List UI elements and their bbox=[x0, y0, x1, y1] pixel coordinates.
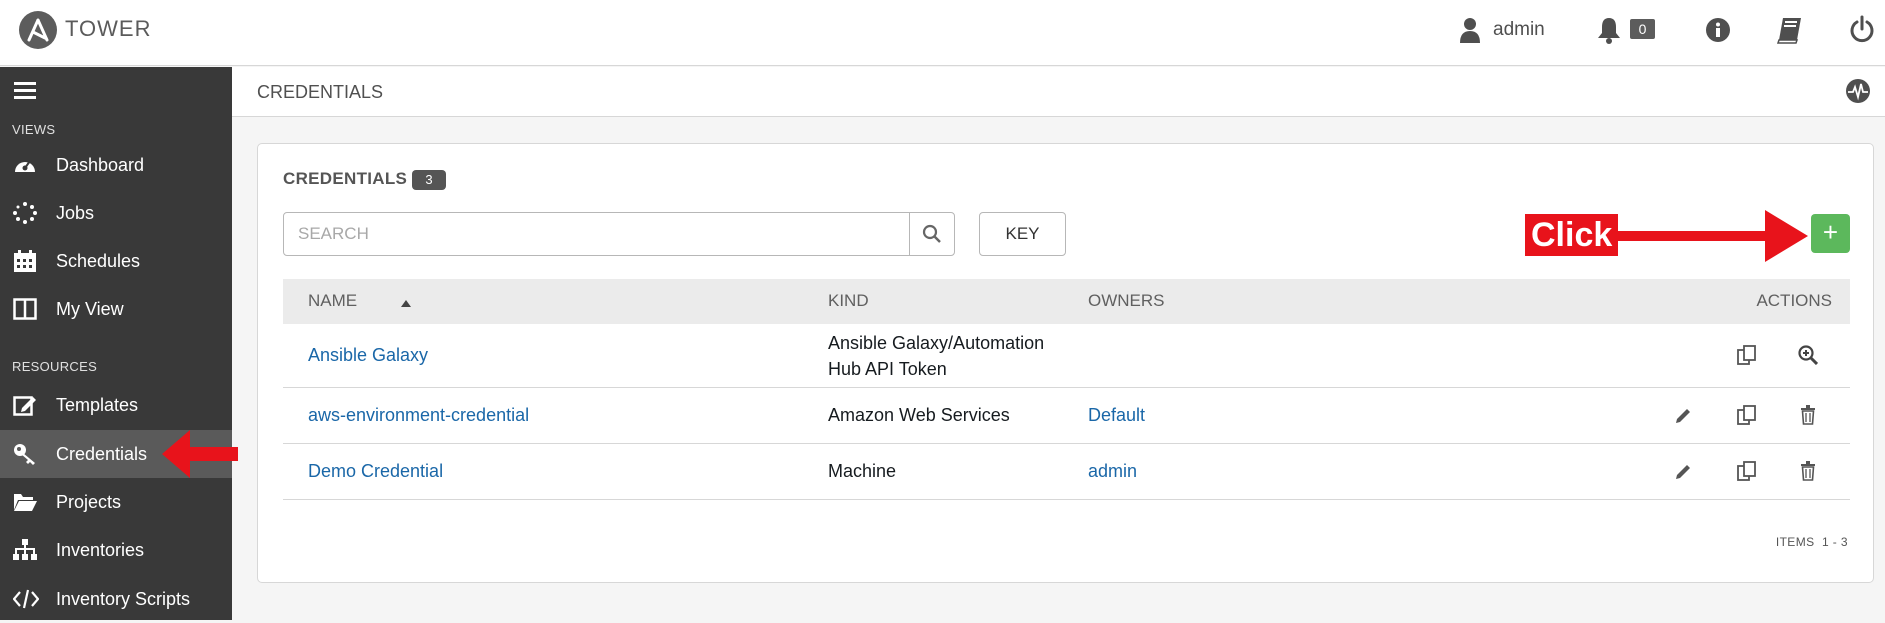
jobs-spinner-icon bbox=[13, 202, 37, 224]
credential-name-link[interactable]: aws-environment-credential bbox=[308, 405, 529, 426]
key-icon bbox=[13, 443, 37, 465]
sort-ascending-icon[interactable] bbox=[401, 294, 411, 312]
folder-icon bbox=[13, 491, 37, 513]
hamburger-menu-icon[interactable] bbox=[14, 82, 36, 105]
logout-power-icon[interactable] bbox=[1849, 15, 1875, 48]
add-credential-button[interactable]: + bbox=[1811, 214, 1850, 253]
credential-owner-link[interactable]: admin bbox=[1088, 461, 1137, 482]
delete-trash-icon[interactable] bbox=[1800, 461, 1816, 486]
panel-title: CREDENTIALS bbox=[283, 169, 408, 188]
kind-line: Hub API Token bbox=[828, 359, 947, 379]
table-row: Ansible Galaxy Ansible Galaxy/Automation… bbox=[283, 324, 1850, 388]
column-header-kind: KIND bbox=[828, 291, 869, 310]
view-zoom-icon[interactable] bbox=[1798, 345, 1819, 370]
edit-pencil-icon[interactable] bbox=[1675, 462, 1693, 485]
credential-kind: Ansible Galaxy/Automation Hub API Token bbox=[828, 330, 1044, 382]
search-input[interactable] bbox=[284, 213, 908, 255]
credential-kind: Machine bbox=[828, 461, 897, 481]
sidebar-item-label: Credentials bbox=[56, 444, 148, 464]
credential-name-link[interactable]: Ansible Galaxy bbox=[308, 345, 428, 366]
dashboard-icon bbox=[13, 154, 37, 176]
annotation-arrow-right bbox=[1615, 210, 1808, 267]
notification-count-badge[interactable]: 0 bbox=[1630, 19, 1655, 39]
kind-line: Ansible Galaxy/Automation bbox=[828, 333, 1045, 353]
sidebar-item-jobs[interactable]: Jobs bbox=[0, 189, 232, 237]
brand-name: TOWER bbox=[65, 16, 152, 41]
user-icon[interactable] bbox=[1459, 17, 1481, 48]
sidebar-item-label: Inventory Scripts bbox=[56, 589, 191, 609]
columns-icon bbox=[13, 298, 37, 320]
sidebar: VIEWS Dashboard Jobs Schedules My View R… bbox=[0, 67, 238, 623]
column-header-actions: ACTIONS bbox=[1756, 291, 1832, 310]
sidebar-item-label: My View bbox=[56, 299, 124, 319]
click-annotation-label: Click bbox=[1525, 214, 1619, 256]
views-section-label: VIEWS bbox=[12, 122, 56, 137]
user-name-link[interactable]: admin bbox=[1493, 19, 1545, 41]
annotation-arrow-left bbox=[162, 430, 238, 483]
edit-icon bbox=[13, 394, 37, 416]
top-navbar: TOWER admin 0 bbox=[0, 0, 1885, 66]
sidebar-item-label: Dashboard bbox=[56, 155, 145, 175]
column-header-owners: OWNERS bbox=[1088, 291, 1165, 310]
copy-icon[interactable] bbox=[1737, 405, 1757, 430]
search-icon bbox=[922, 224, 941, 243]
copy-icon[interactable] bbox=[1737, 345, 1757, 370]
sidebar-item-label: Jobs bbox=[56, 203, 95, 223]
table-row: Demo Credential Machine admin bbox=[283, 444, 1850, 500]
sidebar-item-schedules[interactable]: Schedules bbox=[0, 237, 232, 285]
sidebar-item-my-view[interactable]: My View bbox=[0, 285, 232, 333]
sidebar-item-dashboard[interactable]: Dashboard bbox=[0, 141, 232, 189]
pagination-items-label: ITEMS 1 - 3 bbox=[1775, 535, 1848, 549]
search-button[interactable] bbox=[909, 213, 954, 255]
info-icon[interactable] bbox=[1705, 17, 1731, 48]
search-box bbox=[283, 212, 955, 256]
documentation-icon[interactable] bbox=[1776, 16, 1803, 49]
sidebar-item-label: Schedules bbox=[56, 251, 141, 271]
sidebar-item-templates[interactable]: Templates bbox=[0, 381, 232, 429]
delete-trash-icon[interactable] bbox=[1800, 405, 1816, 430]
column-header-name[interactable]: NAME bbox=[308, 291, 357, 311]
sidebar-item-label: Projects bbox=[56, 492, 122, 512]
sitemap-icon bbox=[13, 539, 37, 561]
code-icon bbox=[12, 588, 40, 610]
copy-icon[interactable] bbox=[1737, 461, 1757, 486]
credential-name-link[interactable]: Demo Credential bbox=[308, 461, 443, 482]
sidebar-item-inventories[interactable]: Inventories bbox=[0, 526, 232, 574]
credential-owner-link[interactable]: Default bbox=[1088, 405, 1145, 426]
breadcrumb: CREDENTIALS bbox=[257, 82, 384, 102]
sidebar-item-inventory-scripts[interactable]: Inventory Scripts bbox=[0, 575, 232, 623]
breadcrumb-bar: CREDENTIALS bbox=[232, 67, 1885, 117]
credentials-count-badge: 3 bbox=[412, 170, 446, 190]
resources-section-label: RESOURCES bbox=[12, 359, 98, 374]
credential-kind: Amazon Web Services bbox=[828, 405, 1010, 425]
credentials-panel: CREDENTIALS 3 KEY Click + NAME KIND OWNE… bbox=[257, 143, 1874, 583]
sidebar-item-projects[interactable]: Projects bbox=[0, 478, 232, 526]
bell-icon[interactable] bbox=[1596, 16, 1622, 49]
edit-pencil-icon[interactable] bbox=[1675, 406, 1693, 429]
activity-stream-icon[interactable] bbox=[1845, 78, 1871, 109]
table-header: NAME KIND OWNERS ACTIONS bbox=[283, 279, 1850, 324]
table-row: aws-environment-credential Amazon Web Se… bbox=[283, 388, 1850, 444]
calendar-icon bbox=[13, 250, 37, 272]
ansible-logo[interactable] bbox=[19, 11, 57, 49]
sidebar-item-label: Inventories bbox=[56, 540, 145, 560]
key-button[interactable]: KEY bbox=[979, 212, 1066, 256]
sidebar-item-label: Templates bbox=[56, 395, 139, 415]
